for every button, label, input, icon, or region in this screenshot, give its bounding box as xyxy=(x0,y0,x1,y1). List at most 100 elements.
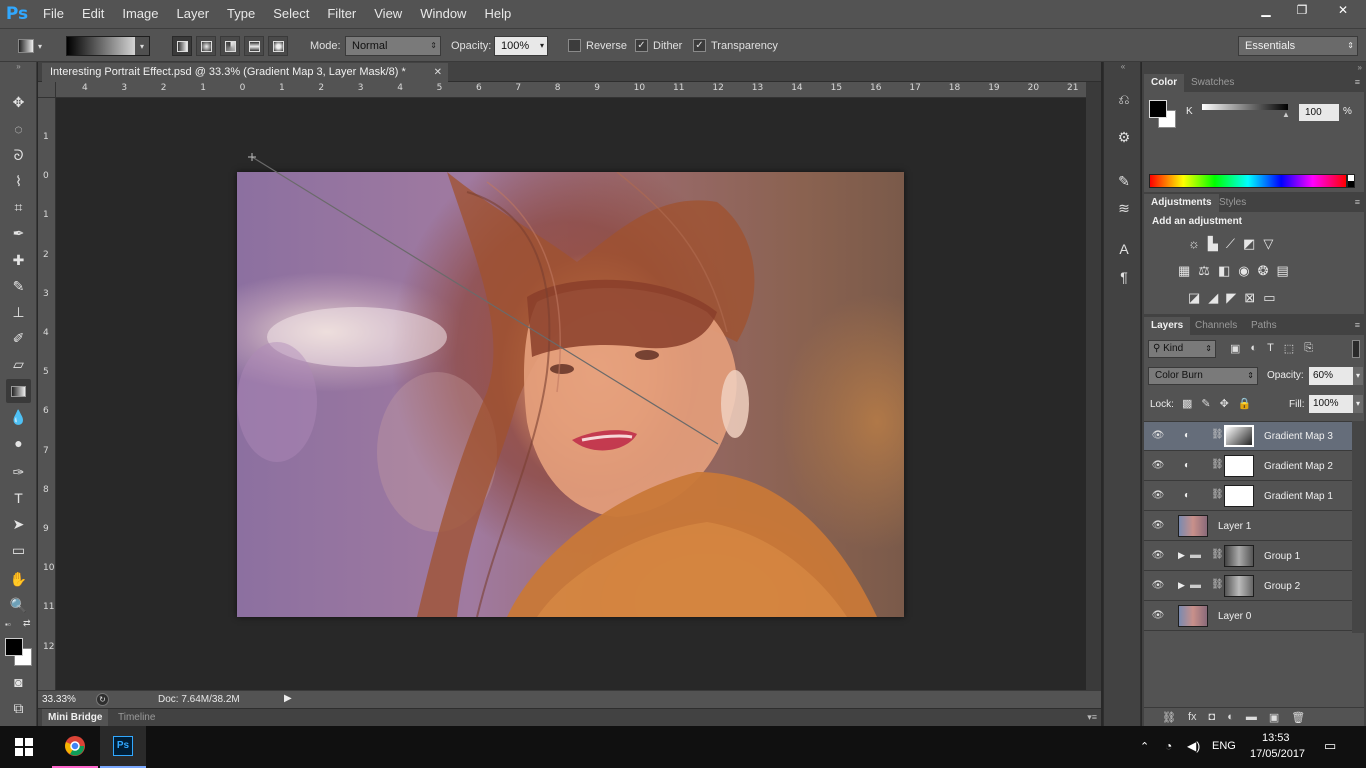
language-indicator[interactable]: ENG xyxy=(1212,740,1236,752)
tab-swatches[interactable]: Swatches xyxy=(1184,74,1241,92)
quick-mask-icon[interactable]: ◙ xyxy=(6,670,31,694)
black-white-icon[interactable]: ◧ xyxy=(1218,263,1230,279)
shape-filter-icon[interactable]: ⬚ xyxy=(1284,342,1294,355)
layer-row-group-2[interactable]: 👁 ▶ ▬ ⛓ Group 2 xyxy=(1144,572,1352,601)
smart-object-filter-icon[interactable]: ⎘ xyxy=(1304,342,1313,355)
layer-row-gradient-map-3[interactable]: 👁 ◐ ⛓ Gradient Map 3 xyxy=(1144,422,1352,451)
slider-thumb-icon[interactable]: ▲ xyxy=(1282,110,1290,119)
layer-thumbnail[interactable] xyxy=(1178,605,1208,627)
chevron-up-icon[interactable]: ⌃ xyxy=(1140,740,1149,753)
exposure-icon[interactable]: ◩ xyxy=(1243,236,1255,252)
layers-scrollbar[interactable] xyxy=(1352,421,1364,633)
adjustment-filter-icon[interactable]: ◐ xyxy=(1250,342,1257,355)
panel-menu-icon[interactable]: ≡ xyxy=(1355,320,1360,330)
clock-time[interactable]: 13:53 xyxy=(1262,732,1290,744)
menu-select[interactable]: Select xyxy=(264,0,318,28)
tool-preset-picker[interactable]: ▾ xyxy=(18,36,50,56)
collapse-icon[interactable]: » xyxy=(1358,63,1362,72)
canvas-area[interactable] xyxy=(56,98,1086,690)
layer-mask-thumbnail[interactable] xyxy=(1224,485,1254,507)
clone-stamp-tool-icon[interactable]: ⊥ xyxy=(6,300,31,324)
tab-layers[interactable]: Layers xyxy=(1144,317,1191,335)
default-colors-icon[interactable]: ▪▫ xyxy=(5,620,11,629)
threshold-icon[interactable]: ◤ xyxy=(1226,290,1236,306)
opacity-input[interactable]: 100% ▾ xyxy=(494,36,548,56)
brush-presets-icon[interactable]: ≋ xyxy=(1113,197,1135,219)
menu-file[interactable]: File xyxy=(34,0,73,28)
visibility-eye-icon[interactable]: 👁 xyxy=(1151,580,1165,592)
move-tool-icon[interactable]: ✥ xyxy=(6,90,31,114)
type-filter-icon[interactable]: T xyxy=(1267,342,1274,355)
lock-position-icon[interactable]: ✥ xyxy=(1220,397,1229,410)
delete-layer-icon[interactable]: 🗑 xyxy=(1291,711,1305,724)
reverse-checkbox[interactable] xyxy=(568,39,581,52)
rectangle-tool-icon[interactable]: ▭ xyxy=(6,538,31,562)
eyedropper-tool-icon[interactable]: ✒ xyxy=(6,221,31,245)
link-icon[interactable]: ⛓ xyxy=(1211,579,1224,590)
path-selection-tool-icon[interactable]: ➤ xyxy=(6,512,31,536)
blur-tool-icon[interactable]: 💧 xyxy=(6,405,31,429)
color-spectrum-bar[interactable] xyxy=(1149,174,1347,188)
layer-fill-input[interactable]: 100% xyxy=(1309,395,1353,413)
horizontal-ruler[interactable]: 4 3 2 1 0 1 2 3 4 5 6 7 8 9 10 11 12 13 14 15 16 17 18 19 20 21 xyxy=(56,82,1086,98)
tab-paths[interactable]: Paths xyxy=(1244,317,1284,335)
lock-all-icon[interactable]: 🔒 xyxy=(1238,397,1252,410)
expand-icon[interactable]: « xyxy=(1104,62,1142,72)
character-panel-icon[interactable]: A xyxy=(1113,238,1135,260)
screen-mode-icon[interactable]: ⧉ xyxy=(6,696,31,720)
visibility-eye-icon[interactable]: 👁 xyxy=(1151,460,1165,472)
chevron-down-icon[interactable]: ▾ xyxy=(1353,367,1363,385)
visibility-eye-icon[interactable]: 👁 xyxy=(1151,610,1165,622)
link-layers-icon[interactable]: ⛓ xyxy=(1162,711,1176,724)
tab-styles[interactable]: Styles xyxy=(1212,194,1253,212)
paragraph-panel-icon[interactable]: ¶ xyxy=(1113,266,1135,288)
menu-window[interactable]: Window xyxy=(411,0,475,28)
workspace-select[interactable]: Essentials ⇕ xyxy=(1238,36,1358,56)
menu-edit[interactable]: Edit xyxy=(73,0,113,28)
vibrance-icon[interactable]: ▽ xyxy=(1263,236,1273,252)
layer-row-group-1[interactable]: 👁 ▶ ▬ ⛓ Group 1 xyxy=(1144,542,1352,571)
curves-icon[interactable]: ⟋ xyxy=(1226,236,1235,252)
status-menu-arrow-icon[interactable]: ▶ xyxy=(284,693,292,704)
visibility-eye-icon[interactable]: 👁 xyxy=(1151,490,1165,502)
gradient-picker[interactable]: ▾ xyxy=(66,36,150,56)
mode-select[interactable]: Normal ⇕ xyxy=(345,36,441,56)
menu-image[interactable]: Image xyxy=(113,0,167,28)
blend-mode-select[interactable]: Color Burn ⇕ xyxy=(1148,367,1258,385)
invert-icon[interactable]: ◪ xyxy=(1188,290,1200,306)
lock-pixels-icon[interactable]: ✎ xyxy=(1201,397,1210,410)
hue-saturation-icon[interactable]: ▦ xyxy=(1178,263,1190,279)
panel-menu-icon[interactable]: ▾≡ xyxy=(1087,712,1097,723)
panel-menu-icon[interactable]: ≡ xyxy=(1355,77,1360,87)
close-tab-icon[interactable]: ✕ xyxy=(434,63,442,82)
fx-icon[interactable]: fx xyxy=(1188,711,1197,723)
new-adjustment-icon[interactable]: ◐ xyxy=(1227,711,1234,723)
network-icon[interactable]: ◔ xyxy=(1165,739,1172,753)
tab-color[interactable]: Color xyxy=(1144,74,1185,92)
radial-gradient-button[interactable] xyxy=(196,36,216,56)
tab-adjustments[interactable]: Adjustments xyxy=(1144,194,1219,212)
linear-gradient-button[interactable] xyxy=(172,36,192,56)
dodge-tool-icon[interactable]: ● xyxy=(6,431,31,455)
menu-layer[interactable]: Layer xyxy=(168,0,219,28)
properties-panel-icon[interactable]: ⚙ xyxy=(1113,126,1135,148)
black-white-ramp[interactable] xyxy=(1347,174,1355,188)
menu-help[interactable]: Help xyxy=(475,0,520,28)
tab-timeline[interactable]: Timeline xyxy=(112,709,161,727)
menu-type[interactable]: Type xyxy=(218,0,264,28)
tab-channels[interactable]: Channels xyxy=(1188,317,1244,335)
reflected-gradient-button[interactable] xyxy=(244,36,264,56)
photoshop-taskbar-icon[interactable]: Ps xyxy=(100,726,146,768)
brush-tool-icon[interactable]: ✎ xyxy=(6,274,31,298)
filter-toggle[interactable] xyxy=(1352,340,1360,358)
lock-transparent-icon[interactable]: ▩ xyxy=(1182,397,1192,410)
zoom-tool-icon[interactable]: 🔍 xyxy=(6,593,31,617)
vertical-ruler[interactable]: 1 0 1 2 3 4 5 6 7 8 9 10 11 12 xyxy=(38,98,56,690)
transparency-checkbox[interactable]: ✓ xyxy=(693,39,706,52)
layer-row-gradient-map-2[interactable]: 👁 ◐ ⛓ Gradient Map 2 xyxy=(1144,452,1352,481)
menu-view[interactable]: View xyxy=(365,0,411,28)
link-icon[interactable]: ⛓ xyxy=(1211,459,1224,470)
brush-panel-icon[interactable]: ✎ xyxy=(1113,170,1135,192)
zoom-level[interactable]: 33.33% xyxy=(42,692,86,707)
expand-arrow-icon[interactable]: ▶ xyxy=(1178,550,1185,561)
